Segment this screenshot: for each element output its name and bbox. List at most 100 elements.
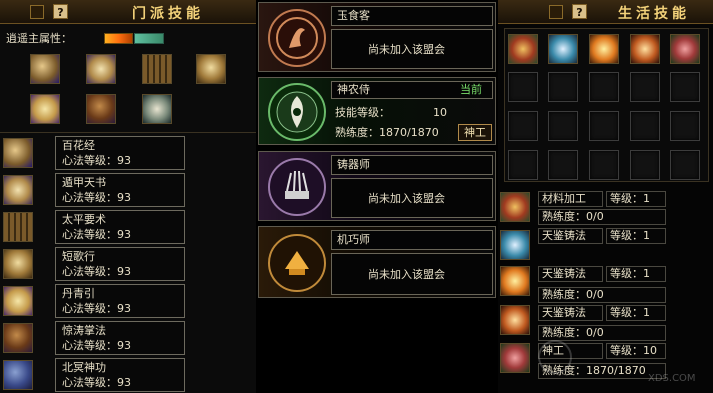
sect-panel: ? 门派技能 逍遥主属性： 百花经 心法等级：93 遁甲天书 心法等级：93 太… [0, 0, 256, 393]
list-item[interactable]: 遁甲天书 心法等级：93 [55, 173, 185, 207]
flame-icon[interactable] [630, 34, 660, 64]
life-skill-level: 等级：1 [606, 191, 666, 207]
skill-level: 心法等级：93 [62, 154, 131, 167]
life-skill-name: 天鉴铸法 [538, 305, 603, 321]
herb-icon[interactable] [670, 34, 700, 64]
shengong-button[interactable]: 神工 [458, 124, 492, 141]
guild-name: 机巧师 [337, 233, 370, 246]
attr-flame-icon [104, 33, 133, 44]
empty-slot[interactable] [508, 111, 538, 141]
scroll-icon[interactable] [142, 94, 172, 124]
material-icon[interactable] [500, 192, 530, 222]
skill-level: 心法等级：93 [62, 376, 131, 389]
guild-name-box: 铸器师 [331, 155, 493, 175]
guild-status-box: 尚未加入该盟会 [331, 29, 493, 69]
guild-name-box: 机巧师 [331, 230, 493, 250]
proficiency: 熟练度：1870/1870 [335, 126, 439, 139]
book-icon[interactable] [3, 323, 33, 353]
list-item[interactable]: 太平要术 心法等级：93 [55, 210, 185, 244]
life-skill-name: 天鉴铸法 [538, 266, 603, 282]
scroll-icon[interactable] [86, 54, 116, 84]
guild-name-box: 玉食客 [331, 6, 493, 26]
guild-panel: 玉食客 尚未加入该盟会 神农侍 当前 技能等级： 10 熟练度：1870/187… [256, 0, 498, 393]
material-icon[interactable] [508, 34, 538, 64]
empty-slot[interactable] [508, 72, 538, 102]
life-skill-name: 材料加工 [538, 191, 603, 207]
guild-card-yushike[interactable]: 玉食客 尚未加入该盟会 [258, 2, 496, 72]
empty-slot[interactable] [548, 72, 578, 102]
life-skill-proficiency: 熟练度：0/0 [538, 209, 666, 225]
life-skill-level: 等级：1 [606, 305, 666, 321]
mechanism-emblem-icon [268, 234, 326, 292]
guild-status-box: 尚未加入该盟会 [331, 178, 493, 218]
life-title: 生活技能 [618, 6, 690, 22]
skill-level: 心法等级：93 [62, 302, 131, 315]
scroll-icon[interactable] [3, 175, 33, 205]
flame-icon[interactable] [500, 305, 530, 335]
book-icon[interactable] [30, 54, 60, 84]
watermark-logo [538, 340, 572, 374]
divider [0, 132, 256, 133]
book-icon[interactable] [3, 360, 33, 390]
book-icon[interactable] [142, 54, 172, 84]
sect-header: ? 门派技能 [0, 0, 256, 24]
list-item[interactable]: 丹青引 心法等级：93 [55, 284, 185, 318]
help-icon[interactable]: ? [572, 4, 587, 19]
empty-slot[interactable] [548, 111, 578, 141]
life-header: ? 生活技能 [498, 0, 713, 24]
skill-level: 心法等级：93 [62, 191, 131, 204]
book-icon[interactable] [196, 54, 226, 84]
book-icon[interactable] [86, 94, 116, 124]
list-item[interactable]: 北冥神功 心法等级：93 [55, 358, 185, 392]
sect-title: 门派技能 [132, 6, 204, 22]
empty-slot[interactable] [548, 150, 578, 180]
guild-name: 神农侍 [337, 83, 370, 96]
guild-status: 尚未加入该盟会 [368, 268, 445, 281]
skill-level-value: 10 [433, 106, 447, 119]
empty-slot[interactable] [589, 72, 619, 102]
empty-slot[interactable] [670, 72, 700, 102]
empty-slot[interactable] [630, 72, 660, 102]
life-skill-level: 等级：1 [606, 266, 666, 282]
book-icon[interactable] [3, 138, 33, 168]
help-icon[interactable]: ? [53, 4, 68, 19]
book-icon[interactable] [3, 249, 33, 279]
book-icon[interactable] [3, 212, 33, 242]
empty-slot[interactable] [508, 150, 538, 180]
list-item[interactable]: 短歌行 心法等级：93 [55, 247, 185, 281]
empty-slot[interactable] [630, 111, 660, 141]
skill-name: 遁甲天书 [62, 176, 106, 189]
guild-card-jiqiaoshi[interactable]: 机巧师 尚未加入该盟会 [258, 226, 496, 298]
pin-icon[interactable] [549, 5, 563, 19]
empty-slot[interactable] [630, 150, 660, 180]
scroll-icon[interactable] [3, 286, 33, 316]
forge-icon[interactable] [500, 230, 530, 260]
forge-emblem-icon [268, 158, 326, 216]
guild-card-shennongshi[interactable]: 神农侍 当前 技能等级： 10 熟练度：1870/1870 神工 [258, 77, 496, 145]
life-skill-level: 等级：10 [606, 343, 666, 359]
skill-level: 心法等级：93 [62, 265, 131, 278]
scroll-icon[interactable] [30, 94, 60, 124]
empty-slot[interactable] [589, 150, 619, 180]
life-panel: ? 生活技能 材料加工 等级：1 熟练度：0/0 天鉴铸法 等级：1 天鉴铸法 … [498, 0, 713, 393]
skill-name: 丹青引 [62, 287, 95, 300]
empty-slot[interactable] [670, 111, 700, 141]
guild-name: 玉食客 [337, 9, 370, 22]
attr-wind-icon [134, 33, 164, 44]
skill-level: 心法等级：93 [62, 339, 131, 352]
pin-icon[interactable] [30, 5, 44, 19]
guild-card-zhuqishi[interactable]: 铸器师 尚未加入该盟会 [258, 151, 496, 221]
guild-status: 尚未加入该盟会 [368, 43, 445, 56]
flame-icon[interactable] [589, 34, 619, 64]
sect-attr-label: 逍遥主属性： [6, 32, 72, 45]
list-item[interactable]: 百花经 心法等级：93 [55, 136, 185, 170]
guild-name-box: 神农侍 当前 [331, 81, 493, 99]
forge-icon[interactable] [548, 34, 578, 64]
flame-icon[interactable] [500, 266, 530, 296]
empty-slot[interactable] [589, 111, 619, 141]
empty-slot[interactable] [670, 150, 700, 180]
herb-emblem-icon [268, 83, 326, 141]
list-item[interactable]: 惊涛掌法 心法等级：93 [55, 321, 185, 355]
life-skill-level: 等级：1 [606, 228, 666, 244]
herb-icon[interactable] [500, 343, 530, 373]
